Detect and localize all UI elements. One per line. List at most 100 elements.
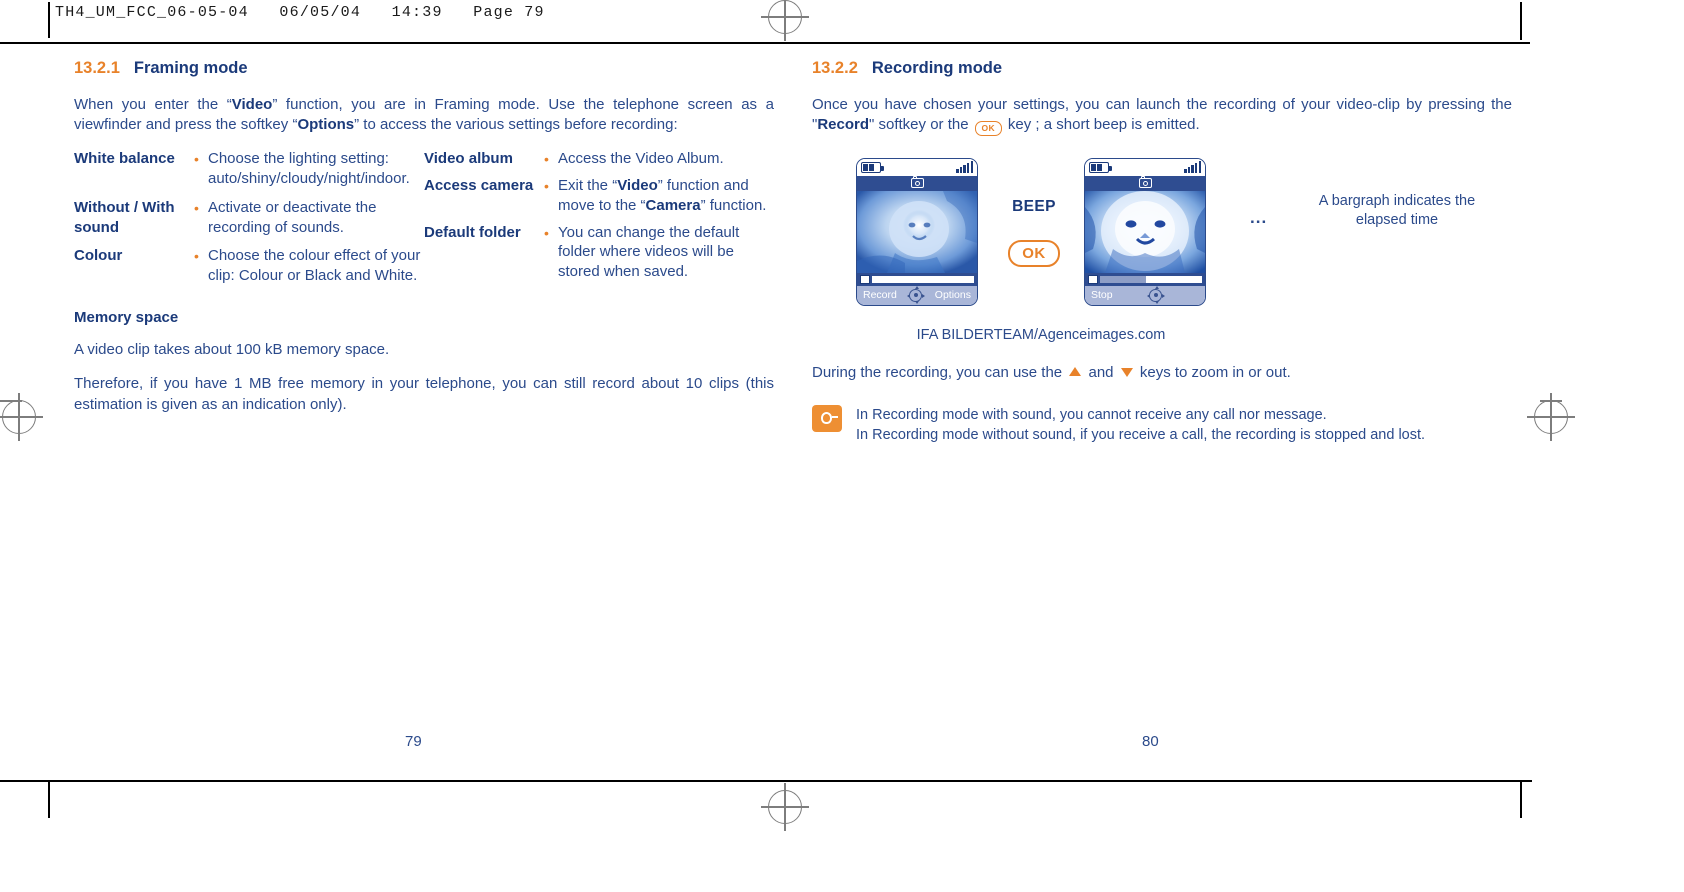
softkey-left-label[interactable]: Record: [863, 289, 897, 301]
bargraph-track: [872, 275, 974, 283]
option-key: Default folder: [424, 223, 521, 241]
print-header-text: TH4_UM_FCC_06-05-04 06/05/04 14:39 Page …: [55, 4, 545, 21]
option-key: Access camera: [424, 176, 534, 194]
phone-softkey-bar: Record Options: [857, 285, 977, 305]
option-value: Access the Video Album.: [558, 149, 724, 167]
trim-tick-right: [1540, 400, 1562, 402]
section-number: 13.2.1: [74, 59, 120, 77]
option-text-3: ” function.: [700, 196, 767, 214]
bullet-icon: •: [544, 177, 549, 194]
phone-softkey-bar: Stop: [1085, 285, 1205, 305]
bullet-icon: •: [194, 248, 199, 265]
arrow-down-icon: [1120, 367, 1133, 377]
options-column-right: Video album • Access the Video Album. Ac…: [424, 149, 774, 290]
navigation-pad-icon[interactable]: [1146, 286, 1165, 305]
intro-bold-record: Record: [817, 115, 870, 133]
header-trim-line: [0, 42, 1530, 44]
footer-right-tick: [1520, 782, 1522, 818]
bargraph-knob: [1088, 274, 1098, 284]
option-key: Video album: [424, 149, 513, 167]
section-title: Recording mode: [871, 59, 1003, 77]
phone-screens-figure: Record Options BEEP OK Stop ... A bargra…: [812, 150, 1512, 325]
option-key: Without / With sound: [74, 198, 175, 236]
document-page: TH4_UM_FCC_06-05-04 06/05/04 14:39 Page …: [0, 0, 1684, 892]
note-line-1: In Recording mode with sound, you cannot…: [856, 406, 1327, 423]
intro-text-2: " softkey or the: [869, 115, 969, 133]
phone-status-bar: [857, 158, 977, 176]
table-row: Colour • Choose the colour effect of you…: [74, 246, 424, 286]
phone-viewfinder: [857, 190, 977, 273]
navigation-pad-icon[interactable]: [906, 286, 925, 305]
phone-bargraph: [857, 272, 977, 286]
bargraph-knob: [860, 274, 870, 284]
option-value: Choose the lighting setting: auto/shiny/…: [208, 149, 410, 187]
option-bold-video: Video: [617, 176, 658, 194]
phone-title-bar: [1085, 175, 1205, 191]
intro-bold-options: Options: [297, 115, 355, 133]
option-value: Activate or deactivate the recording of …: [208, 198, 377, 236]
ok-button[interactable]: OK: [1008, 239, 1060, 267]
bargraph-fill: [872, 275, 974, 283]
lion-photo-zoomed: [1085, 190, 1205, 273]
bargraph-fill: [1145, 275, 1202, 283]
memory-paragraph-2: Therefore, if you have 1 MB free memory …: [74, 375, 774, 413]
zoom-text-and: and: [1088, 363, 1114, 381]
zoom-text-1: During the recording, you can use the: [812, 363, 1063, 381]
framing-options-table: White balance • Choose the lighting sett…: [74, 149, 774, 290]
bargraph-caption: A bargraph indicates the elapsed time: [1318, 192, 1476, 229]
lightbulb-tip-icon: [812, 404, 842, 432]
bullet-icon: •: [544, 224, 549, 241]
intro-text-1: When you enter the “: [74, 95, 232, 113]
bullet-icon: •: [544, 150, 549, 167]
page-number-right: 80: [1142, 733, 1159, 750]
framing-intro-paragraph: When you enter the “Video” function, you…: [74, 95, 774, 135]
page-number-left: 79: [405, 733, 422, 750]
footer-trim-line: [0, 780, 1532, 782]
lion-photo: [857, 190, 977, 273]
camera-icon: [1138, 176, 1152, 189]
registration-mark-right: [1527, 393, 1575, 441]
option-text-1: Exit the “: [558, 176, 618, 194]
camera-icon: [910, 176, 924, 189]
option-value: Exit the “Video” function and move to th…: [554, 176, 774, 216]
section-title: Framing mode: [133, 59, 248, 77]
bullet-icon: •: [194, 150, 199, 167]
phone-status-bar: [1085, 158, 1205, 176]
softkey-left-label[interactable]: Stop: [1091, 289, 1113, 301]
table-row: Without / With sound • Activate or deact…: [74, 198, 424, 238]
options-column-left: White balance • Choose the lighting sett…: [74, 149, 424, 290]
memory-space-heading: Memory space: [74, 309, 179, 327]
ellipsis-indicator: ...: [1250, 207, 1268, 227]
option-value: Choose the colour effect of your clip: C…: [208, 247, 421, 285]
signal-bars-icon: [956, 161, 973, 174]
battery-icon: [1089, 161, 1112, 173]
table-row: Access camera • Exit the “Video” functio…: [424, 176, 774, 216]
section-heading-recording-mode: 13.2.2 Recording mode: [812, 60, 1512, 77]
bargraph-track: [1100, 275, 1202, 283]
intro-text-3: key ; a short beep is emitted.: [1007, 115, 1200, 133]
option-key: White balance: [74, 149, 175, 167]
trim-tick-left: [0, 400, 22, 402]
phone-bargraph: [1085, 272, 1205, 286]
signal-bars-icon: [1184, 161, 1201, 174]
phone-mockup-recording: Stop: [1084, 157, 1206, 306]
ok-key-icon: OK: [974, 120, 1002, 136]
table-row: Default folder • You can change the defa…: [424, 223, 774, 283]
tip-note-box: In Recording mode with sound, you cannot…: [812, 404, 1512, 446]
zoom-text-2: keys to zoom in or out.: [1139, 363, 1291, 381]
phone-title-bar: [857, 175, 977, 191]
option-value: You can change the default folder where …: [558, 223, 740, 281]
softkey-right-label[interactable]: Options: [935, 289, 971, 301]
arrow-up-icon: [1069, 366, 1082, 376]
battery-icon: [861, 161, 884, 173]
intro-bold-video: Video: [231, 95, 273, 113]
note-text-block: In Recording mode with sound, you cannot…: [856, 405, 1425, 446]
right-page-column: 13.2.2 Recording mode Once you have chose…: [812, 60, 1512, 446]
intro-text-3: ” to access the various settings before …: [354, 115, 678, 133]
registration-mark-bottom: [761, 783, 809, 831]
header-rule: [48, 2, 50, 38]
option-bold-camera: Camera: [645, 196, 701, 214]
option-key: Colour: [74, 247, 123, 265]
footer-left-tick: [48, 782, 50, 818]
registration-mark-left: [0, 393, 43, 441]
